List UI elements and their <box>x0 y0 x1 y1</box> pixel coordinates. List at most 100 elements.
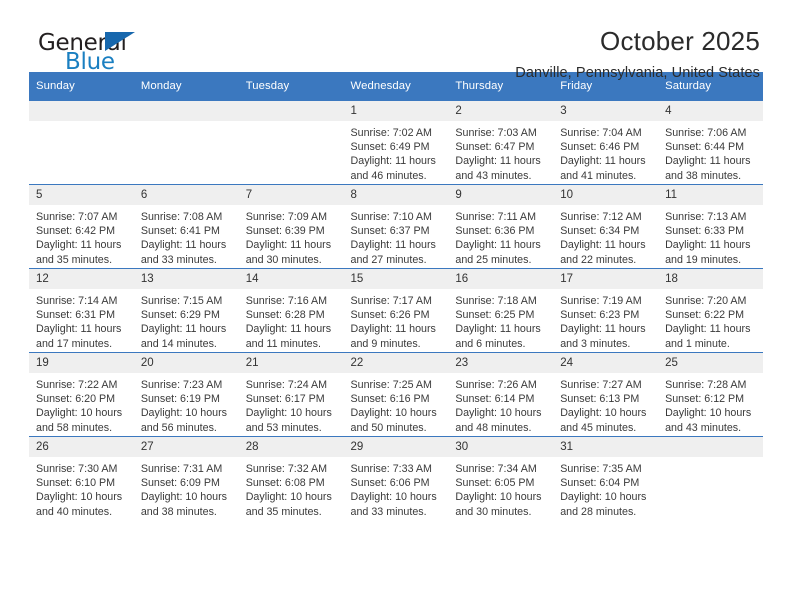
day-number: 31 <box>553 437 659 457</box>
sunrise-text: Sunrise: 7:31 AM <box>140 463 223 475</box>
daylight-text: Daylight: 11 hours and 33 minutes. <box>140 239 227 266</box>
calendar-day-cell[interactable]: 18 Sunrise: 7:20 AM Sunset: 6:22 PM Dayligh… <box>658 268 763 353</box>
day-details: Sunrise: 7:13 AM Sunset: 6:33 PM Daylight:… <box>658 205 763 267</box>
calendar-day-cell[interactable]: 11 Sunrise: 7:13 AM Sunset: 6:33 PM Dayligh… <box>658 184 763 269</box>
calendar-grid: Sunday Monday Tuesday Wednesday Thursday… <box>29 72 763 520</box>
day-details: Sunrise: 7:28 AM Sunset: 6:12 PM Daylight:… <box>658 373 763 435</box>
calendar-day-cell[interactable]: 15 Sunrise: 7:17 AM Sunset: 6:26 PM Dayligh… <box>343 268 449 353</box>
daylight-text: Daylight: 11 hours and 41 minutes. <box>560 155 646 182</box>
calendar-day-cell[interactable]: 10 Sunrise: 7:12 AM Sunset: 6:34 PM Dayligh… <box>553 184 659 269</box>
calendar-day-cell[interactable]: 14 Sunrise: 7:16 AM Sunset: 6:28 PM Dayligh… <box>238 268 344 353</box>
calendar-day-cell[interactable]: 17 Sunrise: 7:19 AM Sunset: 6:23 PM Dayligh… <box>553 268 659 353</box>
calendar-day-cell[interactable]: 12 Sunrise: 7:14 AM Sunset: 6:31 PM Dayligh… <box>29 268 134 353</box>
day-number: 12 <box>29 269 134 289</box>
calendar-day-cell-empty <box>238 100 344 185</box>
sunset-text: Sunset: 6:23 PM <box>560 309 640 322</box>
daylight-text: Daylight: 10 hours and 45 minutes. <box>560 407 647 434</box>
sunrise-text: Sunrise: 7:07 AM <box>36 211 118 223</box>
day-number: 22 <box>343 353 449 373</box>
calendar-body: 1 Sunrise: 7:02 AM Sunset: 6:49 PM Daylight… <box>29 100 763 520</box>
daylight-text: Daylight: 11 hours and 22 minutes. <box>560 239 646 266</box>
sunrise-text: Sunrise: 7:06 AM <box>665 127 747 139</box>
page-title: October 2025 <box>600 26 760 56</box>
calendar-day-cell[interactable]: 16 Sunrise: 7:18 AM Sunset: 6:25 PM Dayligh… <box>448 268 554 353</box>
sunset-text: Sunset: 6:49 PM <box>350 141 430 154</box>
daylight-text: Daylight: 11 hours and 19 minutes. <box>665 239 751 266</box>
day-number: 7 <box>238 185 344 205</box>
calendar-day-cell[interactable]: 4 Sunrise: 7:06 AM Sunset: 6:44 PM Daylight… <box>658 100 763 185</box>
day-number: 17 <box>553 269 659 289</box>
daylight-text: Daylight: 11 hours and 27 minutes. <box>350 239 436 266</box>
sunrise-text: Sunrise: 7:27 AM <box>560 379 642 391</box>
calendar-day-cell[interactable]: 3 Sunrise: 7:04 AM Sunset: 6:46 PM Daylight… <box>553 100 659 185</box>
sunset-text: Sunset: 6:17 PM <box>245 393 325 406</box>
daylight-text: Daylight: 10 hours and 56 minutes. <box>140 407 227 434</box>
daylight-text: Daylight: 10 hours and 50 minutes. <box>350 407 437 434</box>
calendar-day-cell[interactable]: 27 Sunrise: 7:31 AM Sunset: 6:09 PM Dayligh… <box>133 436 239 520</box>
day-details: Sunrise: 7:06 AM Sunset: 6:44 PM Daylight:… <box>658 121 763 183</box>
sunset-text: Sunset: 6:26 PM <box>350 309 430 322</box>
calendar-page: General Blue October 2025 Danville, Penn… <box>0 0 792 612</box>
calendar-day-cell[interactable]: 21 Sunrise: 7:24 AM Sunset: 6:17 PM Dayligh… <box>238 352 344 437</box>
day-number: 25 <box>658 353 763 373</box>
day-details: Sunrise: 7:12 AM Sunset: 6:34 PM Daylight:… <box>553 205 658 267</box>
daylight-text: Daylight: 11 hours and 14 minutes. <box>140 323 227 350</box>
day-number: 18 <box>658 269 763 289</box>
calendar-day-cell[interactable]: 24 Sunrise: 7:27 AM Sunset: 6:13 PM Dayligh… <box>553 352 659 437</box>
calendar-day-cell[interactable]: 23 Sunrise: 7:26 AM Sunset: 6:14 PM Dayligh… <box>448 352 554 437</box>
sunset-text: Sunset: 6:20 PM <box>36 393 116 406</box>
calendar-day-cell[interactable]: 1 Sunrise: 7:02 AM Sunset: 6:49 PM Daylight… <box>343 100 449 185</box>
calendar-day-cell[interactable]: 22 Sunrise: 7:25 AM Sunset: 6:16 PM Dayligh… <box>343 352 449 437</box>
day-number: 8 <box>343 185 449 205</box>
calendar-day-cell-empty <box>658 436 763 520</box>
daylight-text: Daylight: 11 hours and 11 minutes. <box>245 323 332 350</box>
calendar-day-cell[interactable]: 30 Sunrise: 7:34 AM Sunset: 6:05 PM Dayligh… <box>448 436 554 520</box>
sunrise-text: Sunrise: 7:03 AM <box>455 127 537 139</box>
daylight-text: Daylight: 10 hours and 53 minutes. <box>245 407 332 434</box>
calendar-day-cell[interactable]: 26 Sunrise: 7:30 AM Sunset: 6:10 PM Dayligh… <box>29 436 134 520</box>
sunrise-text: Sunrise: 7:35 AM <box>560 463 642 475</box>
calendar-week-row: 19 Sunrise: 7:22 AM Sunset: 6:20 PM Dayligh… <box>29 352 763 437</box>
sunrise-text: Sunrise: 7:15 AM <box>140 295 223 307</box>
sunset-text: Sunset: 6:16 PM <box>350 393 430 406</box>
day-details: Sunrise: 7:25 AM Sunset: 6:16 PM Daylight:… <box>344 373 449 435</box>
day-number: 1 <box>343 101 449 121</box>
sunset-text: Sunset: 6:46 PM <box>560 141 640 154</box>
sunset-text: Sunset: 6:39 PM <box>245 225 325 238</box>
day-number: 13 <box>133 269 239 289</box>
sunset-text: Sunset: 6:44 PM <box>665 141 745 154</box>
calendar-day-cell[interactable]: 9 Sunrise: 7:11 AM Sunset: 6:36 PM Daylight… <box>448 184 554 269</box>
daylight-text: Daylight: 10 hours and 35 minutes. <box>245 491 332 518</box>
calendar-day-cell[interactable]: 29 Sunrise: 7:33 AM Sunset: 6:06 PM Dayligh… <box>343 436 449 520</box>
daylight-text: Daylight: 11 hours and 43 minutes. <box>455 155 541 182</box>
calendar-day-cell[interactable]: 8 Sunrise: 7:10 AM Sunset: 6:37 PM Daylight… <box>343 184 449 269</box>
general-blue-logo[interactable]: General Blue <box>29 26 159 78</box>
day-details: Sunrise: 7:23 AM Sunset: 6:19 PM Daylight:… <box>134 373 239 435</box>
calendar-day-cell[interactable]: 20 Sunrise: 7:23 AM Sunset: 6:19 PM Dayligh… <box>133 352 239 437</box>
day-number: 23 <box>448 353 554 373</box>
day-details: Sunrise: 7:34 AM Sunset: 6:05 PM Daylight:… <box>448 457 553 519</box>
day-details: Sunrise: 7:17 AM Sunset: 6:26 PM Daylight:… <box>344 289 449 351</box>
calendar-day-cell[interactable]: 13 Sunrise: 7:15 AM Sunset: 6:29 PM Dayligh… <box>133 268 239 353</box>
sunset-text: Sunset: 6:05 PM <box>455 477 535 490</box>
day-details: Sunrise: 7:04 AM Sunset: 6:46 PM Daylight:… <box>553 121 658 183</box>
sunrise-text: Sunrise: 7:22 AM <box>36 379 118 391</box>
sunrise-text: Sunrise: 7:23 AM <box>140 379 223 391</box>
calendar-day-cell[interactable]: 19 Sunrise: 7:22 AM Sunset: 6:20 PM Dayligh… <box>29 352 134 437</box>
daylight-text: Daylight: 11 hours and 1 minute. <box>665 323 751 350</box>
day-details: Sunrise: 7:31 AM Sunset: 6:09 PM Daylight:… <box>134 457 239 519</box>
daylight-text: Daylight: 11 hours and 30 minutes. <box>245 239 332 266</box>
calendar-week-row: 26 Sunrise: 7:30 AM Sunset: 6:10 PM Dayligh… <box>29 436 763 520</box>
calendar-day-cell[interactable]: 6 Sunrise: 7:08 AM Sunset: 6:41 PM Daylight… <box>133 184 239 269</box>
calendar-day-cell[interactable]: 2 Sunrise: 7:03 AM Sunset: 6:47 PM Daylight… <box>448 100 554 185</box>
day-details: Sunrise: 7:14 AM Sunset: 6:31 PM Daylight:… <box>29 289 134 351</box>
calendar-day-cell[interactable]: 31 Sunrise: 7:35 AM Sunset: 6:04 PM Dayligh… <box>553 436 659 520</box>
day-details: Sunrise: 7:07 AM Sunset: 6:42 PM Daylight:… <box>29 205 134 267</box>
calendar-day-cell[interactable]: 5 Sunrise: 7:07 AM Sunset: 6:42 PM Daylight… <box>29 184 134 269</box>
day-details: Sunrise: 7:30 AM Sunset: 6:10 PM Daylight:… <box>29 457 134 519</box>
sunset-text: Sunset: 6:34 PM <box>560 225 640 238</box>
sunset-text: Sunset: 6:42 PM <box>36 225 116 238</box>
calendar-day-cell[interactable]: 28 Sunrise: 7:32 AM Sunset: 6:08 PM Dayligh… <box>238 436 344 520</box>
calendar-day-cell[interactable]: 25 Sunrise: 7:28 AM Sunset: 6:12 PM Dayligh… <box>658 352 763 437</box>
calendar-day-cell[interactable]: 7 Sunrise: 7:09 AM Sunset: 6:39 PM Daylight… <box>238 184 344 269</box>
